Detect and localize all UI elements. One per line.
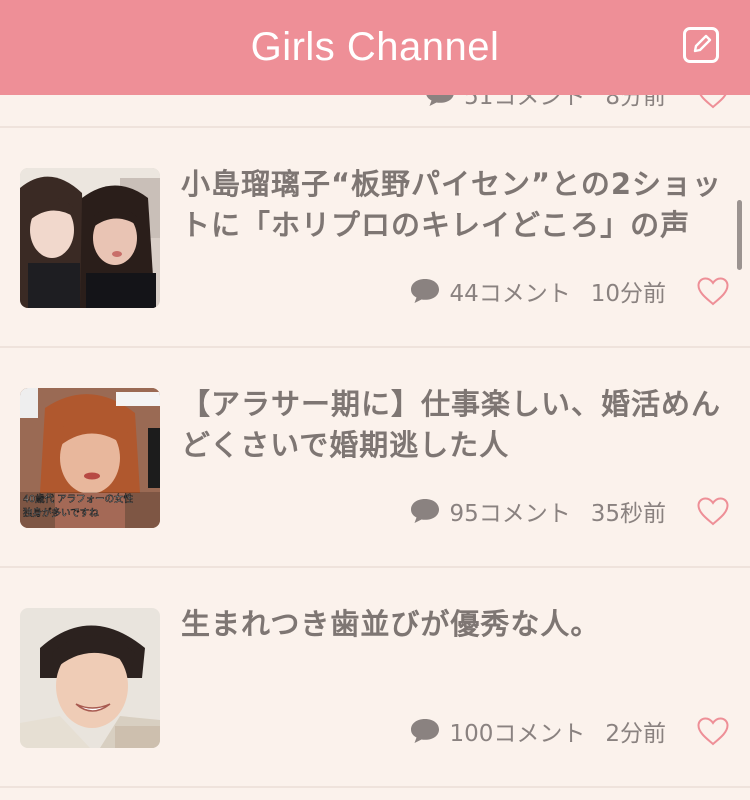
article-item[interactable]: 40歳代 アラフォーの女性 独身が多いですね 【アラサー期に】仕事楽しい、婚活め… xyxy=(0,348,750,566)
comment-count: 44コメント xyxy=(449,281,571,307)
scrollbar[interactable] xyxy=(737,200,742,270)
app-header: Girls Channel xyxy=(0,0,750,95)
thumbnail-photo-smiling-man xyxy=(20,608,160,748)
heart-icon[interactable] xyxy=(696,496,730,526)
thumbnail-tv-screenshot: 40歳代 アラフォーの女性 独身が多いですね xyxy=(20,388,160,528)
comment-count: 95コメント xyxy=(449,501,571,527)
comment-count: 100コメント xyxy=(449,721,586,747)
article-feed: 51コメント 8分前 小島瑠璃子“板野パイセン”との2ショットに「ホリプロのキレ… xyxy=(0,0,750,800)
comment-icon xyxy=(411,279,440,303)
article-thumbnail[interactable] xyxy=(20,168,160,308)
article-title[interactable]: 小島瑠璃子“板野パイセン”との2ショットに「ホリプロのキレイどころ」の声 xyxy=(181,164,729,246)
article-title[interactable]: 【アラサー期に】仕事楽しい、婚活めんどくさいで婚期逃した人 xyxy=(181,384,729,466)
heart-icon[interactable] xyxy=(696,716,730,746)
compose-icon xyxy=(693,34,712,53)
article-thumbnail[interactable] xyxy=(20,608,160,748)
article-item[interactable]: 生まれつき歯並びが優秀な人。 100コメント 2分前 xyxy=(0,568,750,786)
thumbnail-caption-line2: 独身が多いですね xyxy=(23,507,99,519)
app-title[interactable]: Girls Channel xyxy=(0,24,750,70)
heart-icon[interactable] xyxy=(696,276,730,306)
comment-icon xyxy=(411,719,440,743)
article-thumbnail[interactable]: 40歳代 アラフォーの女性 独身が多いですね xyxy=(20,388,160,528)
thumbnail-photo-two-women xyxy=(20,168,160,308)
article-item[interactable]: 小島瑠璃子“板野パイセン”との2ショットに「ホリプロのキレイどころ」の声 44コ… xyxy=(0,128,750,346)
posted-time: 10分前 xyxy=(590,281,666,307)
posted-time: 2分前 xyxy=(605,721,666,747)
posted-time: 35秒前 xyxy=(590,501,666,527)
article-meta: 100コメント 2分前 xyxy=(409,714,730,748)
article-title[interactable]: 生まれつき歯並びが優秀な人。 xyxy=(181,604,729,645)
divider xyxy=(0,786,750,788)
article-meta: 95コメント 35秒前 xyxy=(409,494,730,528)
compose-button[interactable] xyxy=(683,27,719,63)
comment-icon xyxy=(411,499,440,523)
thumbnail-caption-line1: 40歳代 アラフォーの女性 xyxy=(23,493,134,505)
article-meta: 44コメント 10分前 xyxy=(409,274,730,308)
